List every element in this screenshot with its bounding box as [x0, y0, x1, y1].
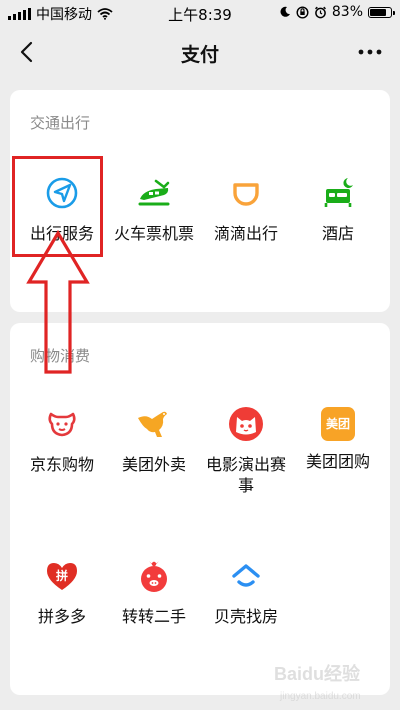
- grid-item-label: 滴滴出行: [213, 224, 278, 243]
- grid-item-meituan-group[interactable]: 美团 美团团购: [290, 404, 386, 472]
- watermark-text: Baidu经验: [274, 664, 361, 684]
- moon-icon: [280, 6, 290, 17]
- grid-item-label: 贝壳找房: [213, 607, 278, 626]
- grid-item-movies[interactable]: 电影演出赛事: [198, 404, 294, 496]
- zhuanzhuan-pig-icon: [141, 561, 167, 592]
- grid-item-beike[interactable]: 贝壳找房: [198, 556, 294, 627]
- maoyan-cat-icon: [229, 407, 263, 441]
- baidu-watermark: Baidu经验 jingyan.baidu.com: [274, 650, 394, 704]
- rotation-lock-icon: [296, 5, 309, 19]
- status-bar: 中国移动 上午8:39 83%: [0, 0, 400, 24]
- beike-house-icon: [232, 564, 260, 587]
- grid-item-label: 火车票机票: [113, 224, 194, 243]
- grid-item-label: 电影演出赛事: [205, 455, 286, 495]
- grid-item-hotel[interactable]: 酒店: [290, 173, 386, 244]
- meituan-logo-icon: 美团: [321, 407, 355, 441]
- hotel-bed-icon: [324, 178, 353, 207]
- status-right: 83%: [279, 4, 395, 20]
- watermark-url: jingyan.baidu.com: [280, 691, 361, 702]
- grid-item-jd[interactable]: 京东购物: [14, 404, 110, 475]
- grid-item-label: 酒店: [321, 224, 354, 243]
- grid-item-didi[interactable]: 滴滴出行: [198, 173, 294, 244]
- battery-icon: [368, 6, 395, 18]
- page-title: 支付: [180, 44, 219, 66]
- grid-item-train-plane[interactable]: 火车票机票: [106, 173, 202, 244]
- grid-item-label: 京东购物: [29, 455, 94, 474]
- jd-dog-icon: [48, 412, 76, 437]
- section-title-transport: 交通出行: [30, 114, 91, 132]
- battery-percent: 83%: [331, 4, 363, 20]
- grid-item-meituan-waimai[interactable]: 美团外卖: [106, 404, 202, 475]
- grid-item-zhuanzhuan[interactable]: 转转二手: [106, 556, 202, 627]
- battery-fill: [370, 8, 386, 16]
- train-plane-icon: [138, 179, 170, 206]
- grid-item-label: 美团团购: [305, 452, 370, 471]
- shopping-section: 购物消费 京东购物 美团外卖 电影演出赛事 美团 美团团购 拼 拼多多 转转二手…: [10, 323, 390, 695]
- grid-item-pinduoduo[interactable]: 拼 拼多多: [14, 556, 110, 627]
- more-dots-icon[interactable]: [356, 38, 384, 66]
- pinduoduo-logo-text: 拼: [55, 569, 68, 583]
- kangaroo-icon: [138, 411, 167, 437]
- grid-item-label: 拼多多: [37, 607, 86, 626]
- meituan-logo-text: 美团: [325, 417, 350, 431]
- alarm-icon: [314, 6, 326, 18]
- pinduoduo-heart-icon: 拼: [42, 556, 82, 596]
- grid-item-label: 转转二手: [121, 607, 186, 626]
- up-arrow-annotation: [26, 230, 90, 374]
- didi-icon: [233, 183, 259, 206]
- grid-item-label: 美团外卖: [121, 455, 186, 474]
- nav-bar: 支付: [0, 26, 400, 78]
